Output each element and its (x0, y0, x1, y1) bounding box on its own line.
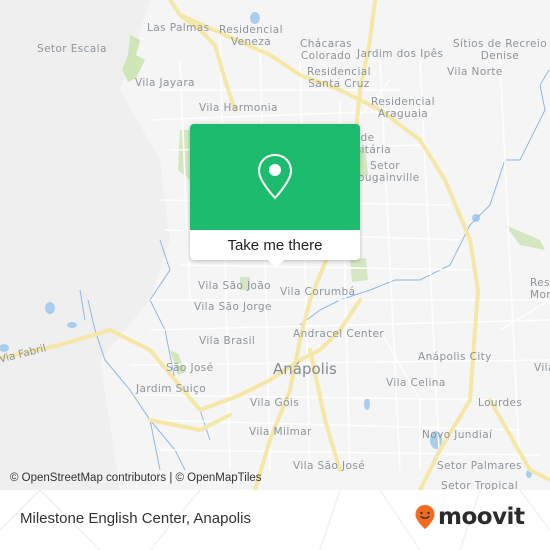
moovit-logo[interactable]: moovit (414, 504, 525, 530)
label-andracel-center: Andracel Center (293, 328, 385, 340)
label-jardim-dos-ipes: Jardim dos Ipês (357, 48, 444, 60)
label-sao-jose: São José (166, 362, 214, 374)
moovit-pin-smiley-icon (415, 505, 435, 529)
label-vila-sao-jorge: Vila São Jorge (194, 301, 272, 313)
label-vila-milmar: Vila Milmar (249, 426, 312, 438)
label-setor-palmares: Setor Palmares (437, 460, 522, 472)
label-setor-escala: Setor Escala (37, 43, 107, 55)
label-vila-harmonia: Vila Harmonia (199, 102, 278, 114)
popup-pointer (268, 260, 284, 268)
take-me-there-button[interactable]: Take me there (190, 230, 360, 260)
place-name: Milestone English Center, Anapolis (20, 510, 251, 527)
label-city-anapolis: Anápolis (273, 360, 337, 378)
location-popup[interactable]: Take me there (190, 124, 360, 268)
map-attribution[interactable]: © OpenStreetMap contributors | © OpenMap… (10, 472, 262, 484)
label-anapolis-city: Anápolis City (418, 351, 492, 363)
label-residencial-santa-cruz: Residencial Santa Cruz (307, 66, 371, 90)
label-novo-jundiai: Novo Jundiaí (422, 429, 493, 441)
moovit-wordmark: moovit (438, 504, 525, 530)
label-setor-bougainville: Setor Bougainville (350, 160, 420, 184)
map-widget: Las Palmas Residencial Veneza Setor Esca… (0, 0, 550, 550)
label-vila-edge: Vila (534, 362, 550, 374)
label-sitios-de-recreio-denise: Sítios de Recreio Denise (452, 38, 548, 62)
label-vila-gois: Vila Góis (250, 397, 300, 409)
popup-header[interactable] (190, 124, 360, 230)
footer-bar: Milestone English Center, Anapolis moovi… (0, 490, 550, 550)
label-lourdes: Lourdes (478, 397, 523, 409)
label-las-palmas: Las Palmas (147, 22, 210, 34)
label-vila-sao-joao: Vila São João (198, 280, 271, 292)
label-setor-tropical: Setor Tropical (441, 480, 519, 490)
label-vila-brasil: Vila Brasil (199, 335, 256, 347)
label-vila-norte: Vila Norte (447, 66, 503, 78)
label-residencial-veneza: Residencial Veneza (219, 24, 283, 48)
label-chacaras-colorado: Chácaras Colorado (299, 38, 353, 62)
label-vila-sao-jose: Vila São José (293, 460, 366, 472)
label-vila-celina: Vila Celina (386, 377, 446, 389)
label-residencial-mor: Res Mor (530, 277, 550, 301)
map-view[interactable]: Las Palmas Residencial Veneza Setor Esca… (0, 0, 550, 490)
label-residencial-araguaia: Residencial Araguaia (371, 96, 435, 120)
label-vila-jayara: Vila Jayara (135, 77, 195, 89)
label-vila-corumba: Vila Corumbá (280, 286, 356, 298)
label-jardim-suico: Jardim Suiço (136, 383, 207, 395)
map-pin-icon (257, 153, 293, 200)
